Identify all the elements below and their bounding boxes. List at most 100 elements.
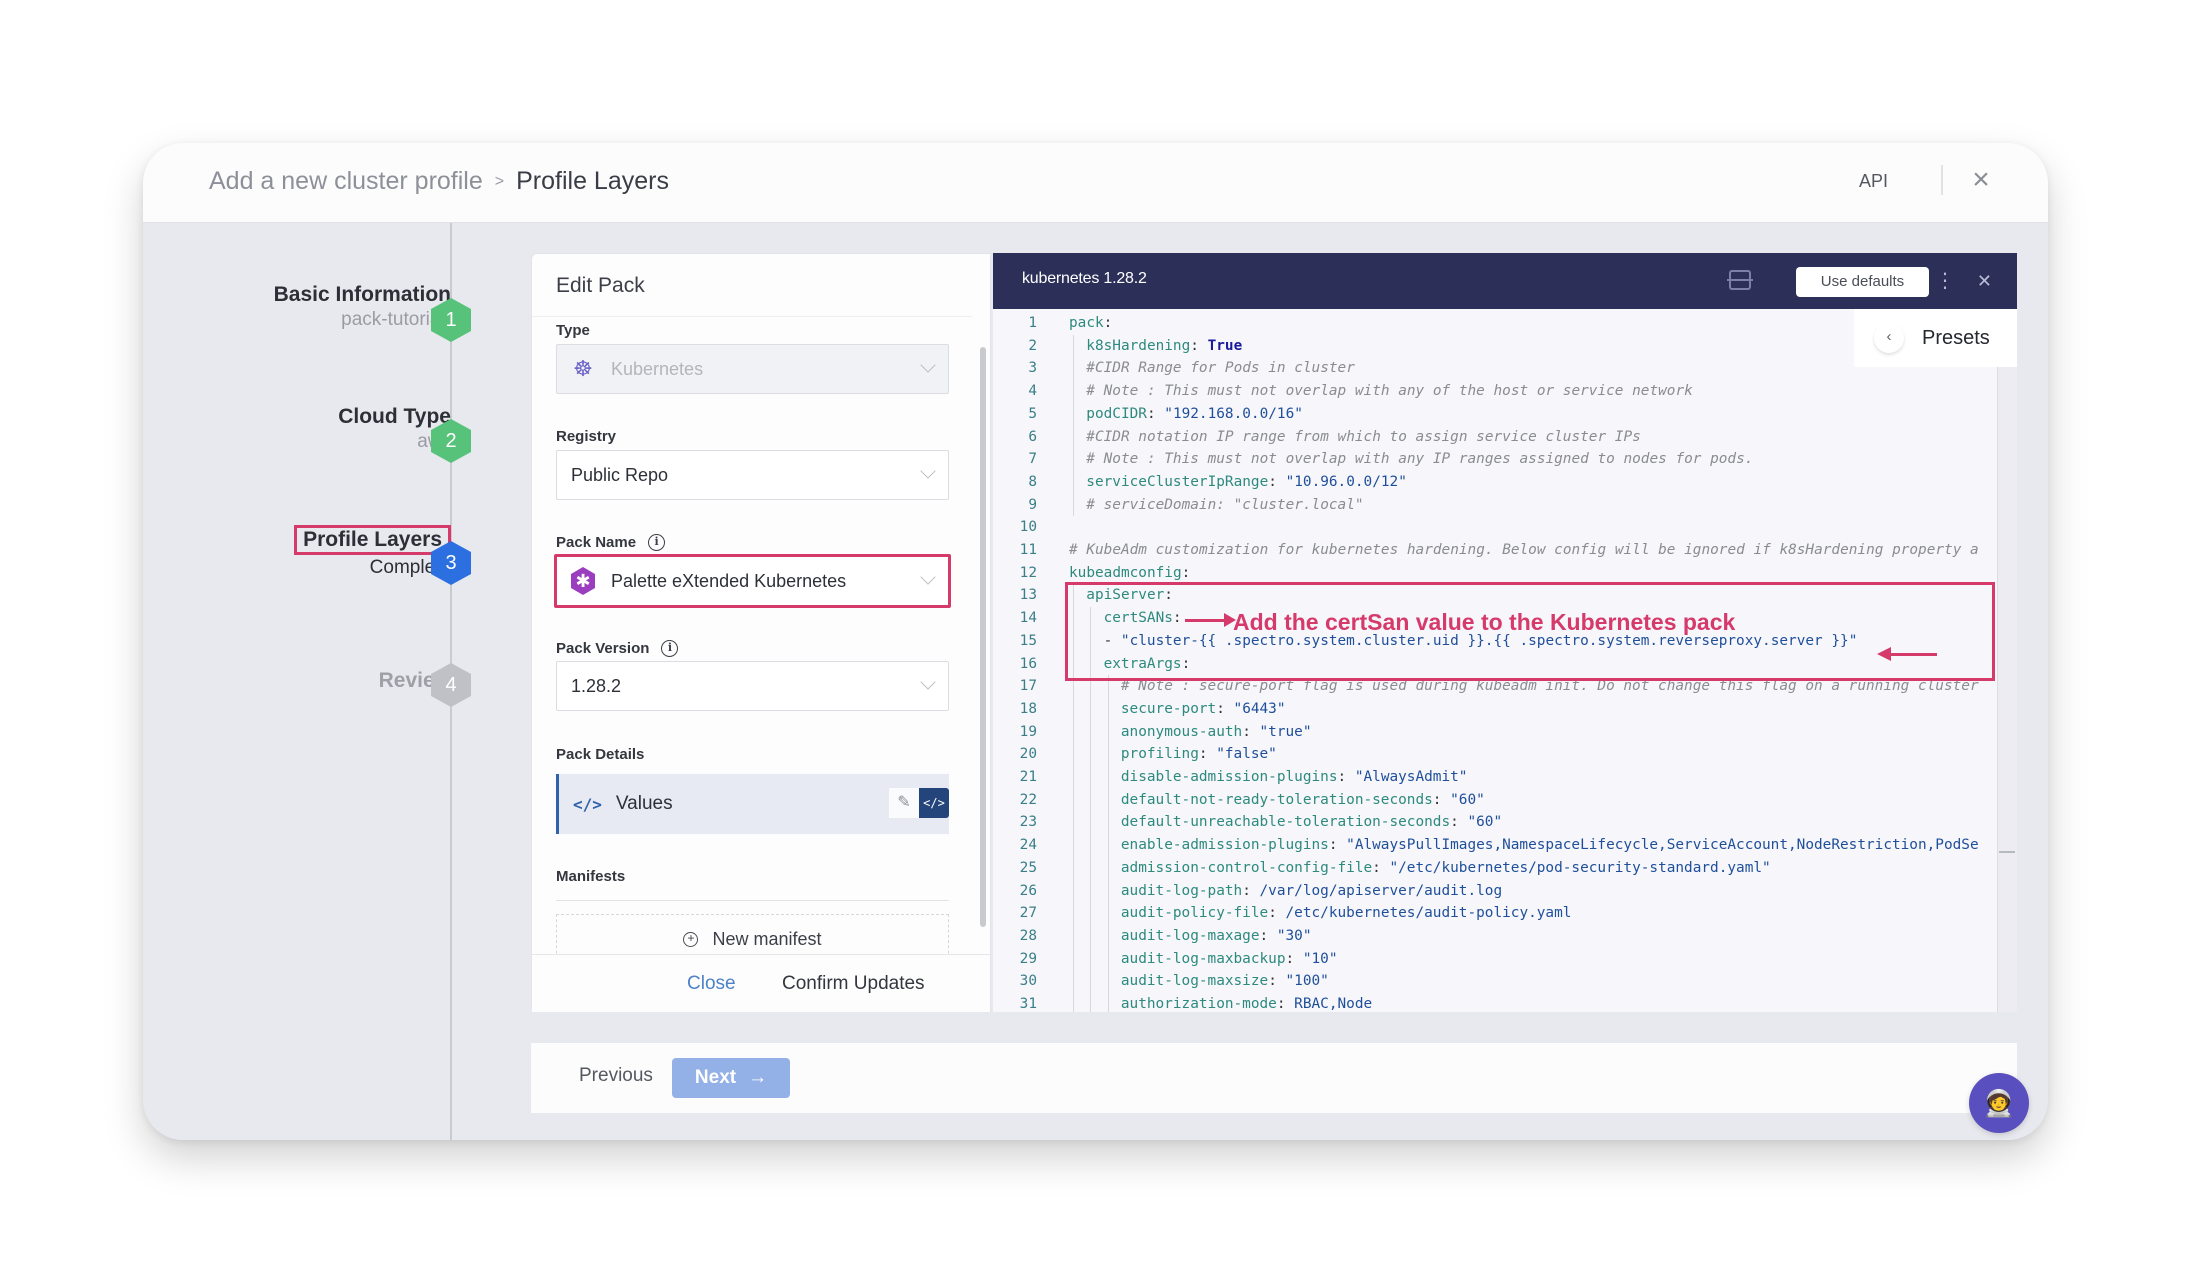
arrow-right-icon: →	[748, 1067, 768, 1088]
code-line[interactable]: 25 admission-control-config-file: "/etc/k…	[993, 857, 1997, 880]
line-number: 21	[1019, 769, 1037, 785]
registry-select[interactable]: Public Repo	[556, 450, 949, 500]
code-line[interactable]: 19 anonymous-auth: "true"	[993, 721, 1997, 744]
line-number: 7	[1028, 451, 1037, 468]
expand-icon[interactable]	[1727, 270, 1753, 290]
presets-label: Presets	[1922, 326, 1990, 349]
code-line[interactable]: 18 secure-port: "6443"	[993, 698, 1997, 721]
type-select: ☸ Kubernetes	[556, 344, 949, 394]
code-text: # serviceDomain: "cluster.local"	[1086, 496, 1364, 513]
code-line[interactable]: 4 # Note : This must not overlap with any…	[993, 380, 1997, 403]
code-text: kubeadmconfig:	[1069, 564, 1191, 581]
code-line[interactable]: 3 #CIDR Range for Pods in cluster	[993, 357, 1997, 380]
use-defaults-button[interactable]: Use defaults	[1796, 267, 1929, 297]
code-line[interactable]: 6 #CIDR notation IP range from which to a…	[993, 426, 1997, 449]
values-item[interactable]: </> Values ✎ </>	[556, 774, 949, 834]
code-text: authorization-mode: RBAC,Node	[1120, 996, 1373, 1012]
line-number: 26	[1019, 882, 1037, 899]
code-line[interactable]: 28 audit-log-maxage: "30"	[993, 925, 1997, 948]
astronaut-help-icon[interactable]: 🧑‍🚀	[1969, 1073, 2029, 1133]
pack-name-select[interactable]: ✱ Palette eXtended Kubernetes	[554, 554, 951, 608]
code-line[interactable]: 2 k8sHardening: True	[993, 335, 1997, 358]
chevron-down-icon	[920, 463, 936, 479]
close-button[interactable]: Close	[687, 973, 736, 995]
edit-pack-footer: Close Confirm Updates	[532, 954, 990, 1012]
line-number: 24	[1019, 837, 1037, 854]
code-line[interactable]: 8 serviceClusterIpRange: "10.96.0.0/12"	[993, 471, 1997, 494]
type-value: Kubernetes	[611, 358, 704, 379]
code-line[interactable]: 26 audit-log-path: /var/log/apiserver/aud…	[993, 880, 1997, 903]
code-text: audit-log-maxsize: "100"	[1120, 973, 1329, 990]
edit-icon[interactable]: ✎	[889, 788, 919, 818]
scrollbar-thumb[interactable]	[1999, 851, 2015, 853]
wizard-steps: Basic Information pack-tutorial- 1 Cloud…	[143, 223, 471, 1140]
code-text: #CIDR Range for Pods in cluster	[1086, 360, 1355, 377]
code-view-icon[interactable]: </>	[919, 788, 949, 818]
line-number: 12	[1019, 564, 1037, 581]
chevron-down-icon	[920, 357, 936, 373]
plus-circle-icon: +	[683, 932, 699, 947]
panel-scrollbar[interactable]	[980, 347, 986, 927]
line-number: 14	[1019, 610, 1037, 627]
values-editor: kubernetes 1.28.2 Use defaults ⋮ ✕ ‹ Pre…	[993, 253, 2017, 1012]
line-number: 16	[1019, 655, 1037, 672]
code-text: #CIDR notation IP range from which to as…	[1086, 428, 1641, 445]
code-line[interactable]: 21 disable-admission-plugins: "AlwaysAdmi…	[993, 766, 1997, 789]
code-line[interactable]: 24 enable-admission-plugins: "AlwaysPullI…	[993, 834, 1997, 857]
step-title: Basic Information	[273, 283, 451, 306]
line-number: 22	[1019, 791, 1037, 808]
code-text: default-not-ready-toleration-seconds: "6…	[1120, 791, 1485, 808]
step-basic-information[interactable]: Basic Information pack-tutorial-	[161, 283, 451, 331]
line-number: 27	[1019, 905, 1037, 922]
confirm-updates-button[interactable]: Confirm Updates	[782, 973, 925, 995]
code-line[interactable]: 31 authorization-mode: RBAC,Node	[993, 993, 1997, 1012]
code-line[interactable]: 9 # serviceDomain: "cluster.local"	[993, 494, 1997, 517]
more-options-icon[interactable]: ⋮	[1935, 267, 1955, 295]
step-profile-layers[interactable]: Profile Layers Complete	[161, 525, 451, 579]
line-number: 13	[1019, 587, 1037, 604]
code-line[interactable]: 23 default-unreachable-toleration-seconds…	[993, 811, 1997, 834]
code-line[interactable]: 20 profiling: "false"	[993, 743, 1997, 766]
api-button[interactable]: API	[1859, 171, 1888, 192]
close-icon[interactable]: ×	[1966, 165, 1996, 195]
breadcrumb-separator: >	[494, 172, 505, 190]
code-line[interactable]: 1 pack:	[993, 312, 1997, 335]
code-line[interactable]: 30 audit-log-maxsize: "100"	[993, 970, 1997, 993]
step-cloud-type[interactable]: Cloud Type aws	[161, 405, 451, 453]
previous-button[interactable]: Previous	[579, 1065, 653, 1087]
code-line[interactable]: 11 # KubeAdm customization for kubernetes…	[993, 539, 1997, 562]
breadcrumb: Add a new cluster profile > Profile Laye…	[209, 167, 669, 196]
code-line[interactable]: 10	[993, 516, 1997, 539]
step-subtitle: Complete	[369, 557, 451, 578]
divider	[556, 900, 949, 901]
step-review[interactable]: Review	[161, 669, 451, 693]
info-icon[interactable]: i	[648, 534, 666, 551]
line-number: 19	[1019, 723, 1037, 740]
window-header: Add a new cluster profile > Profile Laye…	[143, 143, 2048, 223]
code-line[interactable]: 27 audit-policy-file: /etc/kubernetes/aud…	[993, 902, 1997, 925]
code-line[interactable]: 12 kubeadmconfig:	[993, 562, 1997, 585]
type-label-text: Type	[556, 322, 590, 339]
code-line[interactable]: 5 podCIDR: "192.168.0.0/16"	[993, 403, 1997, 426]
indent-guide	[1073, 334, 1074, 517]
next-label: Next	[694, 1067, 737, 1088]
chevron-left-icon[interactable]: ‹	[1874, 323, 1904, 353]
cluster-profile-wizard-window: Add a new cluster profile > Profile Laye…	[143, 143, 2048, 1140]
pack-version-select[interactable]: 1.28.2	[556, 661, 949, 711]
breadcrumb-parent[interactable]: Add a new cluster profile	[209, 167, 483, 196]
registry-label: Registry	[556, 428, 616, 445]
editor-title: kubernetes 1.28.2	[1022, 270, 1147, 287]
editor-scrollbar[interactable]	[1997, 309, 2017, 1012]
values-label: Values	[615, 793, 673, 814]
code-line[interactable]: 22 default-not-ready-toleration-seconds: …	[993, 789, 1997, 812]
code-line[interactable]: 7 # Note : This must not overlap with any…	[993, 448, 1997, 471]
line-number: 10	[1019, 519, 1037, 536]
code-line[interactable]: 29 audit-log-maxbackup: "10"	[993, 948, 1997, 971]
close-icon[interactable]: ✕	[1977, 267, 1992, 295]
edit-pack-title: Edit Pack	[556, 274, 645, 297]
next-button[interactable]: Next →	[672, 1058, 790, 1098]
info-icon[interactable]: i	[661, 640, 679, 657]
line-number: 5	[1028, 405, 1037, 422]
presets-panel-toggle[interactable]: ‹ Presets	[1854, 309, 2017, 367]
code-icon: </>	[573, 794, 602, 814]
